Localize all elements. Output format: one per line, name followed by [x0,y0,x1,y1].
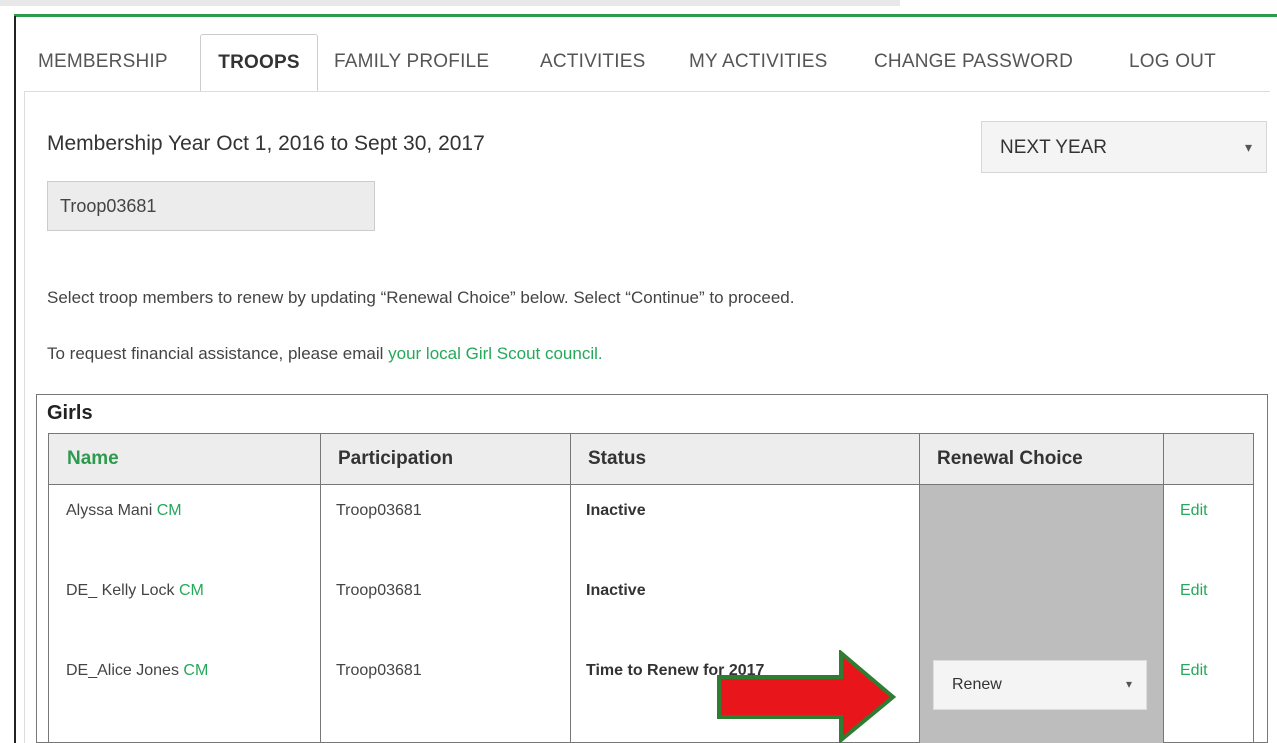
tab-my-activities[interactable]: MY ACTIVITIES [689,34,827,90]
council-link[interactable]: your local Girl Scout council. [388,344,602,363]
troop-select[interactable]: Troop03681 [47,181,375,231]
tab-troops[interactable]: TROOPS [200,34,318,91]
participation-value: Troop03681 [336,502,422,519]
member-name-text: DE_ Kelly Lock [66,582,175,599]
panel-border [24,91,25,743]
column-header-status: Status [588,448,647,469]
frame-border [14,16,16,743]
table-row: Alyssa Mani CM Troop03681 Inactive Edit [48,485,1254,565]
top-accent-line [14,14,1277,17]
member-name: Alyssa Mani CM [66,502,182,520]
girls-table: Name Participation Status Renewal Choice… [48,433,1254,743]
status-value: Inactive [586,502,646,519]
right-arrow-icon [717,650,896,743]
participation-value: Troop03681 [336,582,422,599]
financial-assistance-text: To request financial assistance, please … [47,344,603,364]
membership-year-label: Membership Year Oct 1, 2016 to Sept 30, … [47,132,485,155]
top-strip-fragment [0,0,900,6]
tab-change-password[interactable]: CHANGE PASSWORD [874,34,1073,90]
member-name: DE_Alice Jones CM [66,662,208,680]
top-strip [0,0,1277,12]
girls-section-title: Girls [47,402,93,424]
edit-link[interactable]: Edit [1180,662,1208,680]
main-nav: MEMBERSHIP TROOPS FAMILY PROFILE ACTIVIT… [24,34,1264,92]
tab-family-profile[interactable]: FAMILY PROFILE [334,34,489,90]
column-header-renewal-choice: Renewal Choice [937,448,1083,469]
table-row: DE_ Kelly Lock CM Troop03681 Inactive Ed… [48,565,1254,645]
edit-link[interactable]: Edit [1180,502,1208,520]
cm-tag[interactable]: CM [183,662,208,679]
year-select-value: NEXT YEAR [1000,137,1108,158]
cm-tag[interactable]: CM [179,582,204,599]
financial-assistance-prefix: To request financial assistance, please … [47,344,389,363]
instruction-text: Select troop members to renew by updatin… [47,288,795,307]
cm-tag[interactable]: CM [157,502,182,519]
renewal-choice-value: Renew [952,676,1002,693]
participation-value: Troop03681 [336,662,422,679]
column-header-participation: Participation [338,448,454,469]
tab-log-out[interactable]: LOG OUT [1129,34,1216,90]
caret-down-icon: ▾ [1244,139,1252,155]
member-name: DE_ Kelly Lock CM [66,582,204,600]
edit-link[interactable]: Edit [1180,582,1208,600]
caret-down-icon: ▾ [1125,677,1132,691]
year-select[interactable]: NEXT YEAR ▾ [981,121,1267,173]
nav-divider [24,91,1270,92]
member-name-text: Alyssa Mani [66,502,153,519]
member-name-text: DE_Alice Jones [66,662,179,679]
tab-activities[interactable]: ACTIVITIES [540,34,645,90]
status-value: Inactive [586,582,646,599]
column-header-name[interactable]: Name [67,448,119,470]
tab-membership[interactable]: MEMBERSHIP [38,34,168,90]
renewal-choice-select[interactable]: Renew ▾ [933,660,1147,710]
table-header: Name Participation Status Renewal Choice [48,433,1254,485]
